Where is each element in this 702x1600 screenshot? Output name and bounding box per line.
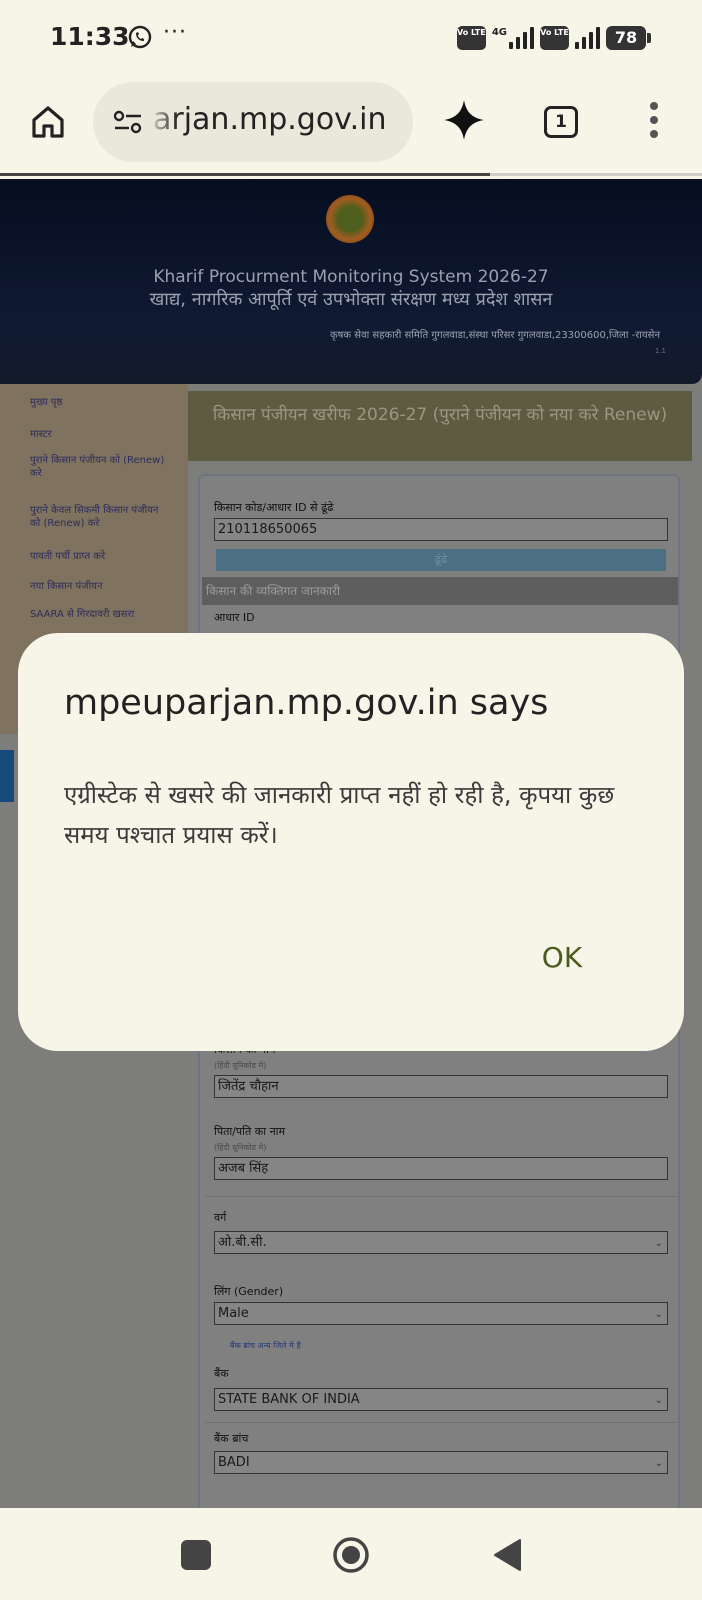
form-divider xyxy=(206,1196,676,1197)
category-label: वर्ग xyxy=(214,1211,227,1224)
chevron-down-icon: ⌄ xyxy=(654,1458,663,1469)
gender-select[interactable]: Male ⌄ xyxy=(214,1302,668,1325)
category-value: ओ.बी.सी. xyxy=(218,1235,267,1250)
category-select[interactable]: ओ.बी.सी. ⌄ xyxy=(214,1231,668,1254)
banner-subtitle: खाद्य, नागरिक आपूर्ति एवं उपभोक्ता संरक्… xyxy=(149,289,553,310)
chevron-down-icon: ⌄ xyxy=(654,1395,663,1406)
status-more: ··· xyxy=(163,20,187,45)
status-indicators: Vo LTE 4G Vo LTE 78 xyxy=(456,24,651,52)
page-load-progress xyxy=(0,173,490,176)
volte-badge-2: Vo LTE xyxy=(540,26,569,50)
sidebar-item-master[interactable]: मास्टर xyxy=(30,428,170,441)
form-heading: किसान पंजीयन खरीफ 2026-27 (पुराने पंजीयन… xyxy=(188,391,692,461)
network-type: 4G xyxy=(491,26,507,38)
sidebar-item-new-registration[interactable]: नया किसान पंजीयन xyxy=(30,580,170,593)
gemini-icon[interactable] xyxy=(442,98,486,142)
home-icon[interactable] xyxy=(28,102,68,142)
site-settings-icon[interactable] xyxy=(111,108,145,136)
form-divider-2 xyxy=(206,1422,676,1423)
site-banner: Kharif Procurment Monitoring System 2026… xyxy=(0,179,702,384)
nav-home-icon[interactable] xyxy=(332,1536,370,1574)
search-button[interactable]: ढूंढे xyxy=(216,549,666,571)
status-bar: 11:33 ··· Vo LTE 4G Vo LTE 78 xyxy=(0,0,702,78)
signal-icon-2 xyxy=(575,27,600,49)
sidebar-item-saara[interactable]: SAARA से गिरदावरी खसरा xyxy=(30,608,170,621)
banner-address: कृषक सेवा सहकारी समिति गुगलवाडा,संस्था प… xyxy=(329,330,660,341)
sidebar-item-home[interactable]: मुख्य पृष्ठ xyxy=(30,396,170,409)
alert-dialog: mpeuparjan.mp.gov.in says एग्रीस्टेक से … xyxy=(18,633,684,1051)
status-time: 11:33 xyxy=(50,22,130,51)
address-bar[interactable]: arjan.mp.gov.in xyxy=(93,82,413,162)
dialog-title: mpeuparjan.mp.gov.in says xyxy=(64,683,549,723)
banner-version: 1.1 xyxy=(654,347,666,355)
gender-label: लिंग (Gender) xyxy=(214,1285,284,1298)
farmer-code-input[interactable]: 210118650065 xyxy=(214,518,668,541)
bank-label: बैंक xyxy=(214,1367,229,1380)
nav-recents-icon[interactable] xyxy=(181,1540,211,1570)
sidebar-active-marker xyxy=(0,750,14,802)
branch-other-district-link[interactable]: बैंक ब्रांच अन्य जिले मे है xyxy=(230,1340,301,1351)
url-text: arjan.mp.gov.in xyxy=(153,102,387,137)
father-name-input[interactable]: अजब सिंह xyxy=(214,1157,668,1180)
branch-select[interactable]: BADI ⌄ xyxy=(214,1451,668,1474)
signal-icon xyxy=(509,27,534,49)
whatsapp-icon xyxy=(128,25,152,49)
url-fade xyxy=(148,82,178,162)
bank-value: STATE BANK OF INDIA xyxy=(218,1392,360,1407)
farmer-name-hint: (हिंदी यूनिकोड मे) xyxy=(214,1061,267,1070)
battery-icon: 78 xyxy=(606,26,651,50)
dialog-message: एग्रीस्टेक से खसरे की जानकारी प्राप्त नह… xyxy=(64,781,615,849)
aadhar-label: आधार ID xyxy=(214,611,255,624)
mp-emblem-icon xyxy=(326,195,374,243)
section-personal-info: किसान की व्यक्तिगत जानकारी xyxy=(202,577,678,605)
sidebar-item-receipt[interactable]: पावती पर्ची प्राप्त करे xyxy=(30,550,170,563)
system-nav-bar xyxy=(0,1508,702,1600)
ok-button[interactable]: OK xyxy=(522,933,602,983)
chevron-down-icon: ⌄ xyxy=(654,1309,663,1320)
menu-icon[interactable] xyxy=(648,102,660,142)
nav-back-icon[interactable] xyxy=(492,1538,522,1572)
browser-toolbar: arjan.mp.gov.in 1 xyxy=(0,78,702,176)
sidebar-item-renew-sikmi[interactable]: पुराने केवल सिकमी किसान पंजीयन को (Renew… xyxy=(30,504,170,530)
branch-value: BADI xyxy=(218,1455,250,1470)
sidebar-item-renew[interactable]: पुराने किसान पंजीयन को (Renew) करे xyxy=(30,454,170,480)
father-name-label: पिता/पति का नाम xyxy=(214,1125,286,1138)
father-name-hint: (हिंदी यूनिकोड मे) xyxy=(214,1143,267,1152)
tabs-icon[interactable]: 1 xyxy=(544,106,578,138)
bank-select[interactable]: STATE BANK OF INDIA ⌄ xyxy=(214,1388,668,1411)
farmer-name-input[interactable]: जितेंद्र चौहान xyxy=(214,1075,668,1098)
search-label: किसान कोड/आधार ID से ढूंढे xyxy=(214,501,334,514)
volte-badge: Vo LTE xyxy=(456,26,486,50)
branch-label: बैंक ब्रांच xyxy=(214,1432,249,1445)
gender-value: Male xyxy=(218,1306,249,1321)
banner-title: Kharif Procurment Monitoring System 2026… xyxy=(153,267,549,287)
chevron-down-icon: ⌄ xyxy=(654,1238,663,1249)
